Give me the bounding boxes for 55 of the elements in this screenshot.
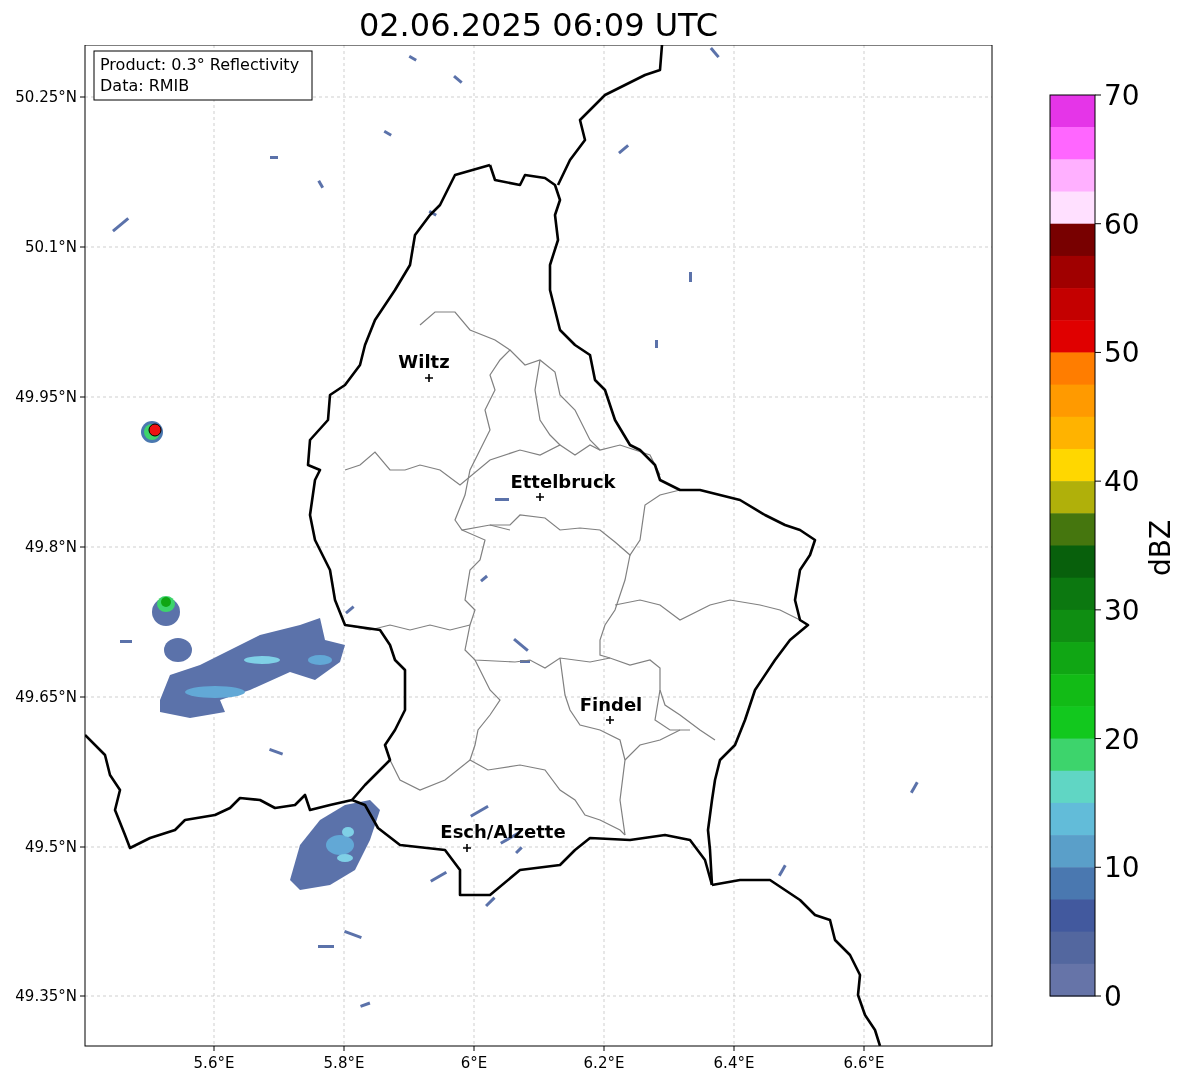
tick-mark	[343, 1045, 345, 1052]
tick-mark	[1094, 995, 1102, 997]
city-label: Ettelbruck	[510, 471, 616, 492]
latitude-label: 49.95°N	[15, 388, 77, 406]
tick-mark	[1094, 351, 1102, 353]
info-text: Product: 0.3° Reflectivity	[100, 55, 300, 74]
latitude-label: 49.65°N	[15, 688, 77, 706]
city-marker-icon	[605, 715, 615, 725]
tick-mark	[79, 246, 86, 248]
latitude-label: 49.35°N	[15, 987, 77, 1005]
tick-mark	[1094, 94, 1102, 96]
city-label: Wiltz	[398, 351, 450, 372]
tick-mark	[473, 1045, 475, 1052]
info-text: Data: RMIB	[100, 76, 190, 95]
colorbar-tick-label: 60	[1104, 207, 1140, 241]
longitude-label: 5.8°E	[323, 1054, 365, 1072]
colorbar-tick-label: 20	[1104, 722, 1140, 756]
tick-mark	[1094, 738, 1102, 740]
radar-site-marker	[148, 423, 162, 437]
tick-mark	[1094, 609, 1102, 611]
tick-mark	[1094, 866, 1102, 868]
city-marker-icon	[424, 373, 434, 383]
latitude-label: 50.1°N	[24, 238, 77, 256]
longitude-label: 6.6°E	[843, 1054, 885, 1072]
tick-mark	[603, 1045, 605, 1052]
city-marker-icon	[462, 843, 472, 853]
colorbar-tick-label: 0	[1104, 980, 1122, 1013]
city-marker-icon	[535, 492, 545, 502]
city-label: Findel	[579, 694, 643, 715]
latitude-label: 49.5°N	[24, 838, 77, 856]
tick-mark	[79, 995, 86, 997]
city-label: Esch/Alzette	[440, 821, 566, 842]
longitude-label: 6°E	[460, 1054, 488, 1072]
colorbar-tick-label: 50	[1104, 336, 1140, 370]
longitude-label: 6.2°E	[583, 1054, 625, 1072]
tick-mark	[733, 1045, 735, 1052]
chart-title: 02.06.2025 06:09 UTC	[358, 5, 719, 45]
colorbar-tick-label: 10	[1104, 851, 1140, 885]
tick-mark	[79, 546, 86, 548]
tick-mark	[79, 846, 86, 848]
colorbar-label: dBZ	[1144, 519, 1177, 577]
tick-mark	[213, 1045, 215, 1052]
longitude-label: 6.4°E	[713, 1054, 755, 1072]
latitude-label: 50.25°N	[15, 88, 77, 106]
colorbar-tick-label: 30	[1104, 593, 1140, 627]
tick-mark	[79, 396, 86, 398]
longitude-label: 5.6°E	[193, 1054, 235, 1072]
colorbar-tick-label: 70	[1104, 79, 1140, 112]
tick-mark	[863, 1045, 865, 1052]
latitude-label: 49.8°N	[24, 538, 77, 556]
tick-mark	[1094, 223, 1102, 225]
tick-mark	[79, 96, 86, 98]
tick-mark	[79, 696, 86, 698]
colorbar-tick-label: 40	[1104, 465, 1140, 499]
tick-mark	[1094, 480, 1102, 482]
